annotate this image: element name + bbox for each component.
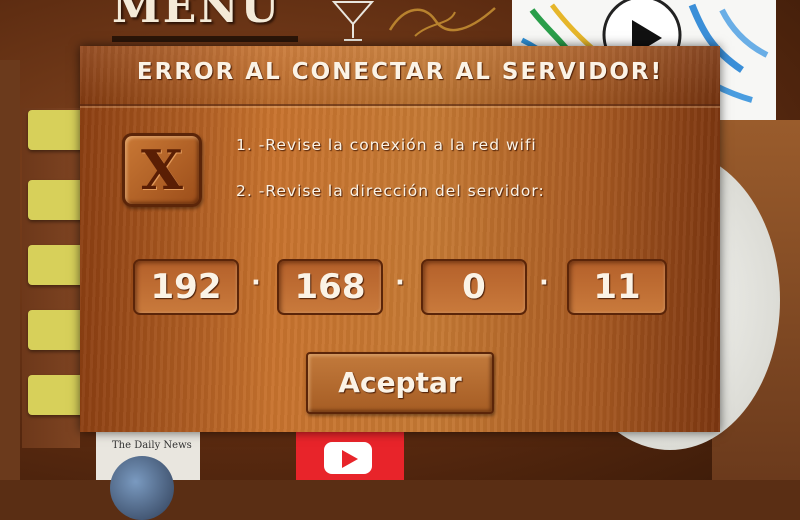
- background-tab-1: [28, 110, 84, 150]
- ip-separator: ·: [539, 268, 549, 298]
- ip-separator: ·: [251, 268, 261, 298]
- accept-button[interactable]: Aceptar: [306, 352, 494, 414]
- background-tab-2: [28, 180, 84, 220]
- instruction-wifi: 1. -Revise la conexión a la red wifi: [236, 136, 537, 154]
- globe-icon: [110, 456, 174, 520]
- background-tab-5: [28, 375, 84, 415]
- youtube-thumbnail: [296, 432, 404, 480]
- ip-separator: ·: [395, 268, 405, 298]
- background-left-strip: [0, 60, 20, 480]
- ip-octet-4-field[interactable]: 11: [567, 259, 667, 315]
- news-title: The Daily News: [112, 440, 192, 451]
- background-tab-4: [28, 310, 84, 350]
- dialog-header: ERROR AL CONECTAR AL SERVIDOR!: [80, 46, 720, 106]
- error-dialog: ERROR AL CONECTAR AL SERVIDOR! X 1. -Rev…: [80, 46, 720, 432]
- error-x-icon: X: [122, 133, 202, 207]
- background-menu-title: MENU: [112, 0, 281, 33]
- cocktail-glass-icon: [331, 1, 375, 41]
- ip-octet-3-field[interactable]: 0: [421, 259, 527, 315]
- ip-octet-2-field[interactable]: 168: [277, 259, 383, 315]
- background-title-underline: [112, 36, 298, 42]
- dialog-title: ERROR AL CONECTAR AL SERVIDOR!: [136, 59, 664, 85]
- ip-octet-1-field[interactable]: 192: [133, 259, 239, 315]
- background-tab-3: [28, 245, 84, 285]
- decorative-swirl-icon: [388, 7, 496, 37]
- instruction-server-address: 2. -Revise la dirección del servidor:: [236, 182, 545, 200]
